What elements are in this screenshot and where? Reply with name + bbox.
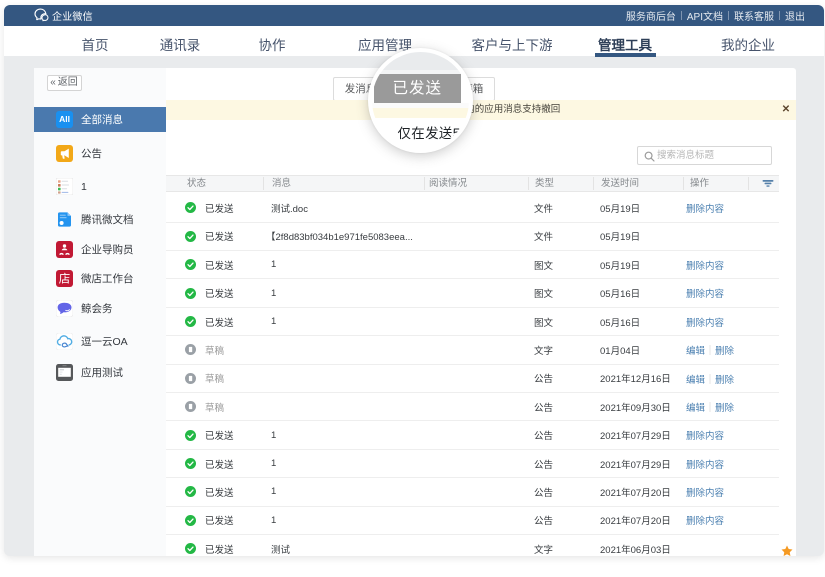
svg-text:店: 店 (59, 272, 71, 286)
